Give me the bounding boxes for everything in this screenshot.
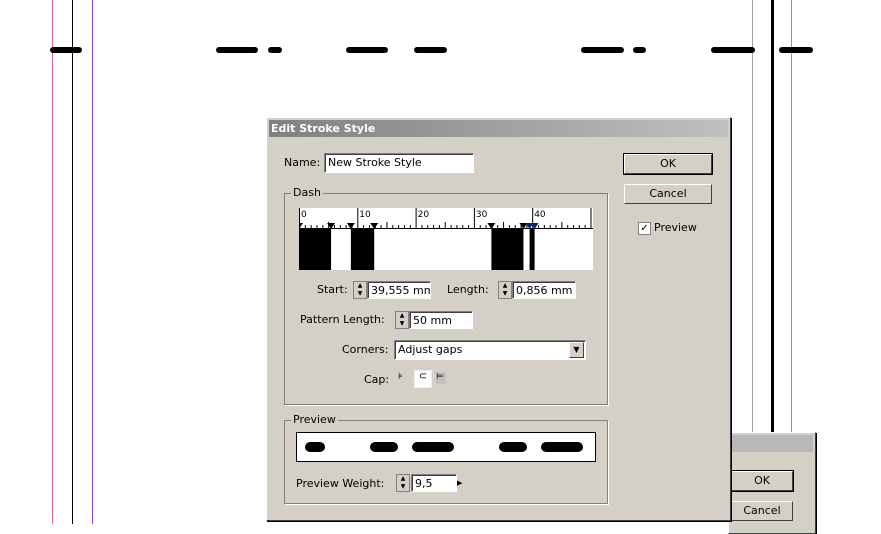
name-input[interactable]: New Stroke Style [324, 153, 474, 173]
length-input[interactable]: 0,856 mm [512, 281, 576, 299]
preview-group-label: Preview [291, 413, 338, 426]
edit-stroke-style-dialog: Edit Stroke Style Name: New Stroke Style… [266, 117, 731, 521]
ruler-tick-label: 10 [359, 210, 371, 220]
column-guide [92, 0, 93, 524]
ruler-tick-label: 40 [534, 210, 546, 220]
stroke-preview [296, 432, 596, 462]
stroke-dash [346, 47, 388, 53]
name-label: Name: [284, 156, 321, 169]
preview-weight-stepper[interactable]: ▲ ▼ [396, 474, 410, 492]
dash-segment [299, 229, 332, 270]
length-stepper[interactable]: ▲ ▼ [498, 281, 512, 299]
ruler-tick-label: 20 [418, 210, 430, 220]
dialog-title: Edit Stroke Style [269, 120, 728, 137]
preview-checkbox[interactable]: ✓ [638, 222, 651, 235]
dash-ruler[interactable]: 0 10 20 30 40 [299, 208, 593, 270]
stroke-dash [50, 47, 82, 53]
cancel-button[interactable]: Cancel [624, 184, 712, 204]
start-input[interactable]: 39,555 mm [367, 281, 431, 299]
pattern-length-label: Pattern Length: [300, 313, 385, 326]
pattern-length-input[interactable]: 50 mm [409, 311, 473, 329]
stroke-dash [581, 47, 624, 53]
margin-guide [52, 0, 53, 524]
preview-weight-input[interactable]: 9,5 [411, 474, 457, 492]
corners-label: Corners: [342, 343, 389, 356]
dash-segment [350, 229, 375, 270]
start-stepper[interactable]: ▲ ▼ [353, 281, 367, 299]
dash-segment [529, 229, 535, 270]
dash-segment [491, 229, 524, 270]
projecting-cap-icon[interactable]: ⊨ [436, 372, 446, 384]
ruler-tick-label: 30 [476, 210, 488, 220]
stroke-dash [414, 47, 447, 53]
stroke-dash [711, 47, 755, 53]
back-ok-button[interactable]: OK [730, 470, 794, 492]
cap-label: Cap: [364, 373, 390, 386]
butt-cap-icon[interactable]: ⊧ [398, 372, 408, 384]
ruler-tick-label: 0 [301, 210, 307, 220]
start-label: Start: [317, 283, 348, 296]
preview-weight-label: Preview Weight: [296, 477, 385, 490]
page-edge [72, 0, 73, 524]
background-dialog: OK Cancel [728, 432, 816, 534]
chevron-right-icon[interactable]: ▶ [457, 475, 466, 491]
length-label: Length: [447, 283, 489, 296]
preview-checkbox-label: Preview [654, 221, 697, 234]
chevron-down-icon[interactable]: ▼ [569, 342, 584, 358]
dash-group-label: Dash [291, 186, 323, 199]
round-cap-icon[interactable]: ⊂ [414, 370, 432, 388]
ok-button[interactable]: OK [623, 153, 713, 175]
back-cancel-button[interactable]: Cancel [731, 501, 793, 521]
preview-group: Preview Preview Weight: ▲ ▼ 9,5 ▶ [284, 413, 608, 504]
stroke-dash [633, 47, 646, 53]
pattern-length-stepper[interactable]: ▲ ▼ [395, 311, 409, 329]
stroke-dash [268, 47, 282, 53]
stroke-dash [779, 47, 813, 53]
dash-group: Dash 0 10 20 30 40 Start: ▲ ▼ 39,555 mm Lengt… [284, 186, 608, 405]
corners-select[interactable]: Adjust gaps [394, 340, 586, 360]
stroke-dash [216, 47, 258, 53]
